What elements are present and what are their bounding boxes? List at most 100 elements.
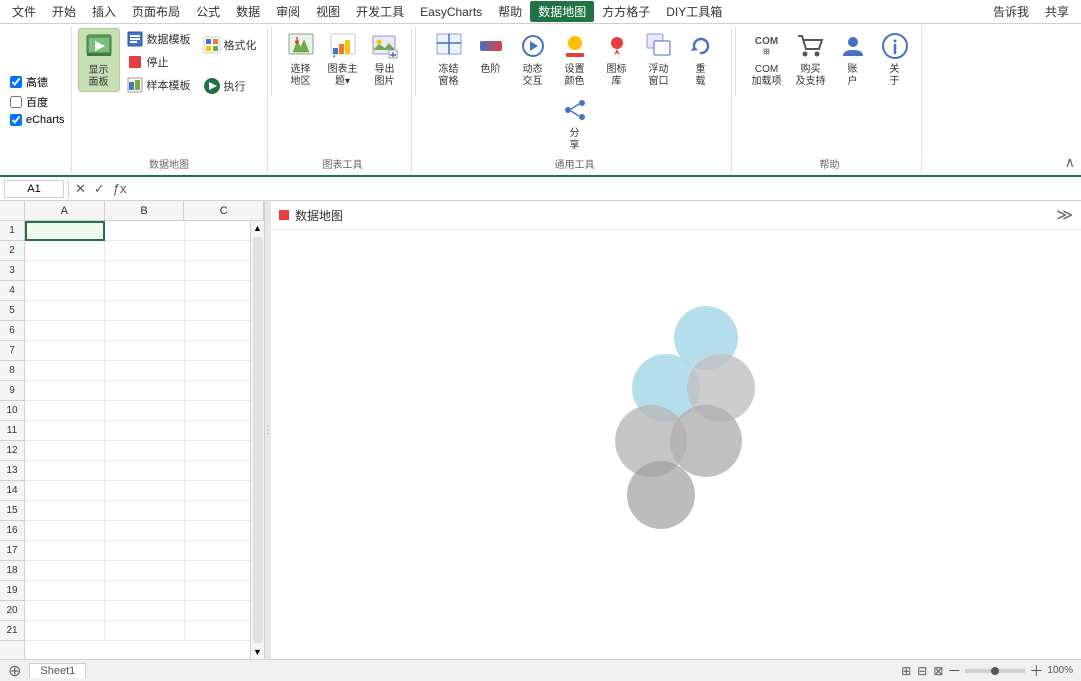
grid-cell-19-2[interactable] bbox=[185, 581, 250, 601]
grid-cell-5-2[interactable] bbox=[185, 301, 250, 321]
zoom-slider[interactable] bbox=[965, 669, 1025, 673]
grid-cell-17-2[interactable] bbox=[185, 541, 250, 561]
menu-insert[interactable]: 插入 bbox=[84, 1, 124, 22]
grid-cell-16-2[interactable] bbox=[185, 521, 250, 541]
grid-cell-3-2[interactable] bbox=[185, 261, 250, 281]
stop-button[interactable]: 停止 bbox=[122, 51, 195, 73]
select-region-button[interactable]: 选择地区 bbox=[281, 28, 321, 90]
grid-cell-20-1[interactable] bbox=[105, 601, 185, 621]
show-panel-button[interactable]: 显示面板 bbox=[78, 28, 120, 92]
grid-cell-1-2[interactable] bbox=[185, 221, 250, 241]
grid-cell-15-1[interactable] bbox=[105, 501, 185, 521]
cell-reference-box[interactable]: A1 bbox=[4, 180, 64, 198]
set-color-button[interactable]: 设置颜色 bbox=[555, 28, 595, 90]
grid-cell-10-1[interactable] bbox=[105, 401, 185, 421]
collapse-ribbon-button[interactable]: ∧ bbox=[1063, 152, 1077, 173]
grid-cell-21-0[interactable] bbox=[25, 621, 105, 641]
grid-cell-10-2[interactable] bbox=[185, 401, 250, 421]
grid-cell-8-2[interactable] bbox=[185, 361, 250, 381]
export-image-button[interactable]: 导出图片 bbox=[365, 28, 405, 90]
grid-cell-10-0[interactable] bbox=[25, 401, 105, 421]
menu-diy[interactable]: DIY工具箱 bbox=[658, 1, 730, 22]
menu-datamap[interactable]: 数据地图 bbox=[530, 1, 594, 22]
grid-cell-14-2[interactable] bbox=[185, 481, 250, 501]
grid-cell-4-1[interactable] bbox=[105, 281, 185, 301]
menu-ffgz[interactable]: 方方格子 bbox=[594, 1, 658, 22]
grid-cell-6-1[interactable] bbox=[105, 321, 185, 341]
grid-cell-4-2[interactable] bbox=[185, 281, 250, 301]
menu-file[interactable]: 文件 bbox=[4, 1, 44, 22]
dynamic-interact-button[interactable]: 动态交互 bbox=[513, 28, 553, 90]
menu-tellme[interactable]: 告诉我 bbox=[985, 1, 1037, 22]
grid-cell-8-1[interactable] bbox=[105, 361, 185, 381]
checkbox-echarts-input[interactable] bbox=[10, 114, 22, 126]
vertical-scrollbar[interactable]: ▲ ▼ bbox=[250, 221, 264, 659]
menu-devtools[interactable]: 开发工具 bbox=[348, 1, 412, 22]
page-layout-view-button[interactable]: ⊟ bbox=[917, 664, 927, 678]
grid-cell-7-0[interactable] bbox=[25, 341, 105, 361]
sheet-tab-1[interactable]: Sheet1 bbox=[29, 663, 86, 678]
grid-cell-11-1[interactable] bbox=[105, 421, 185, 441]
grid-cell-11-2[interactable] bbox=[185, 421, 250, 441]
grid-cell-15-2[interactable] bbox=[185, 501, 250, 521]
grid-cell-20-2[interactable] bbox=[185, 601, 250, 621]
reload-button[interactable]: 重载 bbox=[681, 28, 721, 90]
grid-cell-1-0[interactable] bbox=[25, 221, 105, 241]
grid-cell-13-1[interactable] bbox=[105, 461, 185, 481]
scroll-up-button[interactable]: ▲ bbox=[251, 221, 264, 235]
grid-cell-2-1[interactable] bbox=[105, 241, 185, 261]
grid-cell-3-1[interactable] bbox=[105, 261, 185, 281]
menu-help[interactable]: 帮助 bbox=[490, 1, 530, 22]
grid-cell-13-0[interactable] bbox=[25, 461, 105, 481]
checkbox-baidu-input[interactable] bbox=[10, 96, 22, 108]
map-expand-button[interactable]: ≫ bbox=[1056, 205, 1073, 225]
grid-cell-13-2[interactable] bbox=[185, 461, 250, 481]
grid-cell-17-1[interactable] bbox=[105, 541, 185, 561]
float-window-button[interactable]: 浮动窗口 bbox=[639, 28, 679, 90]
grid-cell-18-0[interactable] bbox=[25, 561, 105, 581]
chart-marker-button[interactable]: 图标库 bbox=[597, 28, 637, 90]
grid-cell-18-2[interactable] bbox=[185, 561, 250, 581]
grid-cell-6-0[interactable] bbox=[25, 321, 105, 341]
grid-cell-7-2[interactable] bbox=[185, 341, 250, 361]
grid-cell-12-1[interactable] bbox=[105, 441, 185, 461]
grid-cell-17-0[interactable] bbox=[25, 541, 105, 561]
checkbox-gaode[interactable]: 高德 bbox=[10, 74, 65, 90]
grid-cell-8-0[interactable] bbox=[25, 361, 105, 381]
grid-cell-16-1[interactable] bbox=[105, 521, 185, 541]
scroll-thumb[interactable] bbox=[253, 237, 263, 643]
checkbox-baidu[interactable]: 百度 bbox=[10, 94, 65, 110]
menu-view[interactable]: 视图 bbox=[308, 1, 348, 22]
menu-share[interactable]: 共享 bbox=[1037, 1, 1077, 22]
buy-support-button[interactable]: 购买及支持 bbox=[791, 28, 831, 90]
grid-cell-14-0[interactable] bbox=[25, 481, 105, 501]
com-addon-button[interactable]: COM ⊞ COM加载项 bbox=[745, 28, 789, 90]
zoom-slider-thumb[interactable] bbox=[991, 667, 999, 675]
grid-cell-6-2[interactable] bbox=[185, 321, 250, 341]
grid-cell-9-1[interactable] bbox=[105, 381, 185, 401]
color-scale-button[interactable]: 色阶 bbox=[471, 28, 511, 78]
chart-theme-button[interactable]: ▾ 图表主题▾ bbox=[323, 28, 363, 90]
menu-formula[interactable]: 公式 bbox=[188, 1, 228, 22]
grid-cell-2-2[interactable] bbox=[185, 241, 250, 261]
menu-review[interactable]: 审阅 bbox=[268, 1, 308, 22]
grid-cell-20-0[interactable] bbox=[25, 601, 105, 621]
page-break-view-button[interactable]: ⊠ bbox=[933, 664, 943, 678]
grid-cell-9-2[interactable] bbox=[185, 381, 250, 401]
confirm-formula-icon[interactable]: ✓ bbox=[92, 181, 107, 197]
grid-cell-19-0[interactable] bbox=[25, 581, 105, 601]
grid-cell-12-0[interactable] bbox=[25, 441, 105, 461]
checkbox-gaode-input[interactable] bbox=[10, 76, 22, 88]
about-button[interactable]: 关于 bbox=[875, 28, 915, 90]
grid-cell-18-1[interactable] bbox=[105, 561, 185, 581]
account-button[interactable]: 账户 bbox=[833, 28, 873, 90]
grid-cell-9-0[interactable] bbox=[25, 381, 105, 401]
freeze-button[interactable]: 冻结窗格 bbox=[429, 28, 469, 90]
grid-cell-11-0[interactable] bbox=[25, 421, 105, 441]
grid-cell-15-0[interactable] bbox=[25, 501, 105, 521]
grid-cell-5-1[interactable] bbox=[105, 301, 185, 321]
insert-function-icon[interactable]: ƒx bbox=[111, 181, 129, 196]
cancel-formula-icon[interactable]: ✕ bbox=[73, 181, 88, 197]
grid-cell-1-1[interactable] bbox=[105, 221, 185, 241]
scroll-down-button[interactable]: ▼ bbox=[251, 645, 264, 659]
